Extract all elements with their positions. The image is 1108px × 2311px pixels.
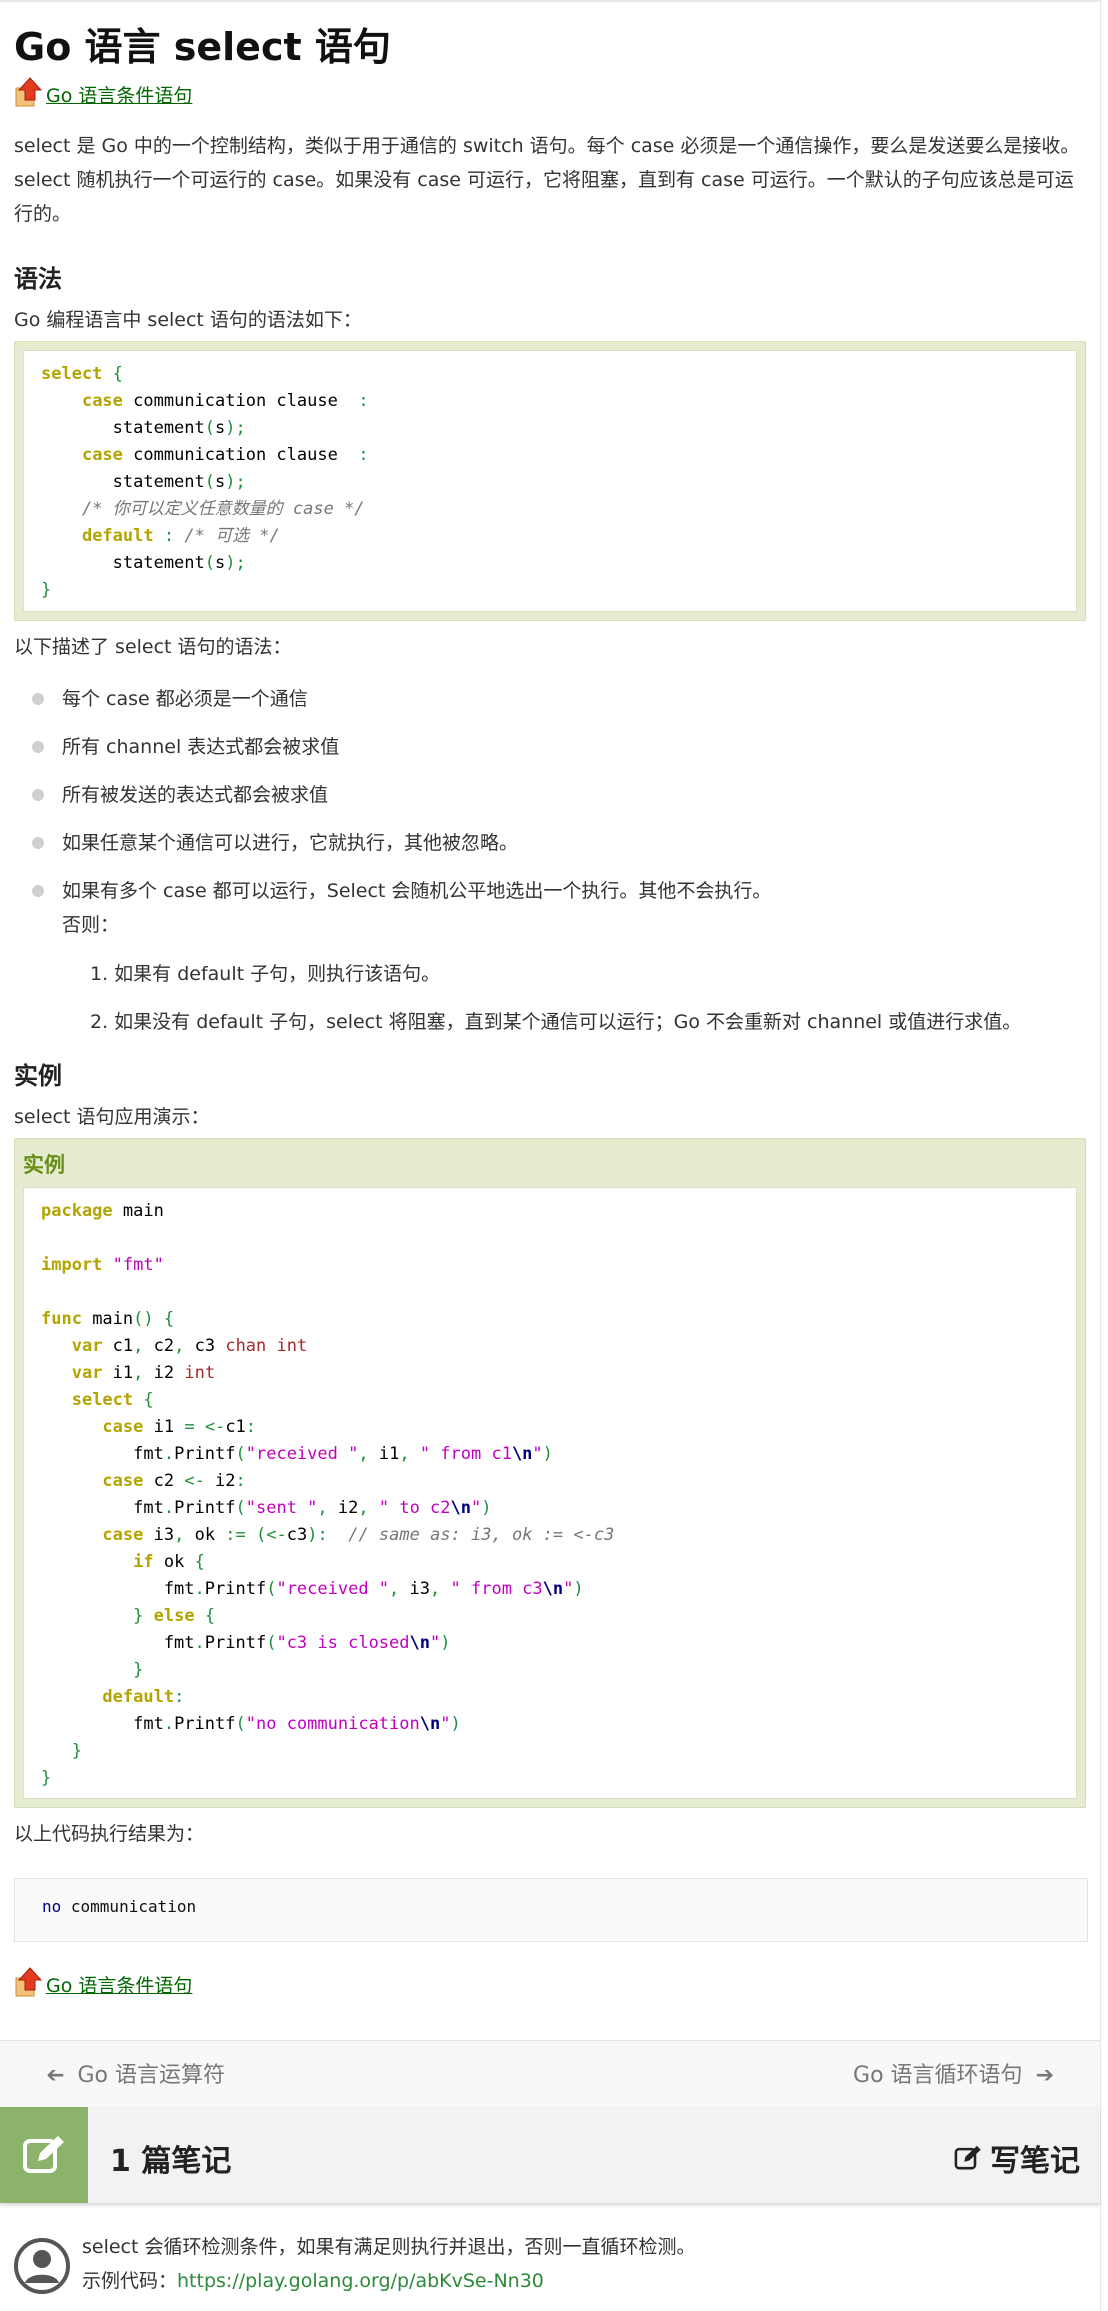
comment-line: 示例代码：https://play.golang.org/p/abKvSe-Nn… xyxy=(82,2264,982,2298)
bullet-dot xyxy=(32,789,44,801)
arrow-up-icon xyxy=(15,77,42,107)
output-text: no communication xyxy=(15,1879,1087,1916)
intro-line: select 是 Go 中的一个控制结构，类似于用于通信的 switch 语句。… xyxy=(14,135,1080,157)
intro-line: select 随机执行一个可运行的 case。如果没有 case 可运行，它将阻… xyxy=(14,169,1074,191)
prev-chapter-link-top[interactable]: Go 语言条件语句 xyxy=(14,76,192,108)
write-note-label: 写笔记 xyxy=(990,2144,1080,2179)
prev-chapter-link-text[interactable]: Go 语言条件语句 xyxy=(46,1971,192,1998)
example-intro: select 语句应用演示： xyxy=(14,1106,210,1128)
notes-bar: 1 篇笔记 写笔记 xyxy=(0,2107,1100,2204)
list-item: 每个 case 都必须是一个通信 xyxy=(32,682,771,730)
edit-icon xyxy=(954,2145,981,2170)
comment-example-prefix: 示例代码： xyxy=(82,2270,178,2292)
syntax-intro: Go 编程语言中 select 语句的语法如下： xyxy=(14,309,362,331)
bullet-dot xyxy=(32,837,44,849)
syntax-code: select { case communication clause : sta… xyxy=(41,364,369,600)
next-page-label: Go 语言循环语句 xyxy=(853,2063,1023,2088)
arrow-up-icon xyxy=(15,1967,42,1997)
list-item-text: 所有被发送的表达式都会被求值 xyxy=(62,784,329,806)
syntax-rules: 每个 case 都必须是一个通信 所有 channel 表达式都会被求值 所有被… xyxy=(14,682,1084,1062)
example-code: package main import "fmt" func main() { … xyxy=(41,1201,615,1788)
notes-icon-block xyxy=(0,2107,88,2203)
page: Go 语言 select 语句 Go 语言条件语句 select 是 Go 中的… xyxy=(0,0,1108,2311)
intro-paragraph: select 是 Go 中的一个控制结构，类似于用于通信的 switch 语句。… xyxy=(14,129,1084,231)
prev-page-label: Go 语言运算符 xyxy=(77,2063,225,2088)
example-code-panel[interactable]: package main import "fmt" func main() { … xyxy=(23,1187,1077,1799)
example-label: 实例 xyxy=(23,1153,65,1177)
page-title: Go 语言 select 语句 xyxy=(14,25,391,69)
arrow-right-icon: ➔ xyxy=(1035,2063,1054,2088)
output-keyword: no xyxy=(42,1897,62,1916)
prev-chapter-link-bottom[interactable]: Go 语言条件语句 xyxy=(14,1966,192,1998)
arrow-left-icon: ➔ xyxy=(46,2063,65,2088)
ordered-item: 2. 如果没有 default 子句，select 将阻塞，直到某个通信可以运行… xyxy=(90,1011,1022,1033)
example-heading: 实例 xyxy=(14,1062,62,1090)
syntax-code-box: select { case communication clause : sta… xyxy=(14,341,1086,621)
otherwise-text: 否则： xyxy=(62,914,120,936)
output-rest: communication xyxy=(61,1897,197,1916)
ordered-item-text: 如果没有 default 子句，select 将阻塞，直到某个通信可以运行；Go… xyxy=(114,1011,1022,1033)
prev-chapter-link-text[interactable]: Go 语言条件语句 xyxy=(46,81,192,108)
otherwise-list: 1. 如果有 default 子句，则执行该语句。 2. 如果没有 defaul… xyxy=(90,957,1021,1039)
example-code-link[interactable]: https://play.golang.org/p/abKvSe-Nn30 xyxy=(177,2270,544,2292)
list-item-text: 每个 case 都必须是一个通信 xyxy=(62,688,308,710)
intro-line: 行的。 xyxy=(14,203,72,225)
notes-count: 1 篇笔记 xyxy=(110,2144,232,2179)
comment-body: select 会循环检测条件，如果有满足则执行并退出，否则一直循环检测。 示例代… xyxy=(82,2230,982,2298)
right-border xyxy=(1100,0,1101,2311)
list-item-text: 如果有多个 case 都可以运行，Select 会随机公平地选出一个执行。其他不… xyxy=(62,880,772,902)
list-item-text: 所有 channel 表达式都会被求值 xyxy=(62,736,340,758)
list-item-text: 如果任意某个通信可以进行，它就执行，其他被忽略。 xyxy=(62,832,519,854)
comment-line: select 会循环检测条件，如果有满足则执行并退出，否则一直循环检测。 xyxy=(82,2236,696,2258)
list-item: 所有被发送的表达式都会被求值 xyxy=(32,778,771,826)
example-code-box: 实例 package main import "fmt" func main()… xyxy=(14,1138,1086,1808)
syntax-heading: 语法 xyxy=(14,265,62,293)
next-page-link[interactable]: Go 语言循环语句 ➔ xyxy=(853,2057,1054,2089)
write-note-button[interactable]: 写笔记 xyxy=(954,2136,1080,2180)
ordered-item: 1. 如果有 default 子句，则执行该语句。 xyxy=(90,963,441,985)
chapter-pager: ➔ Go 语言运算符 Go 语言循环语句 ➔ xyxy=(0,2040,1100,2107)
syntax-code-panel[interactable]: select { case communication clause : sta… xyxy=(23,350,1077,612)
user-avatar-icon xyxy=(14,2238,70,2294)
syntax-description: 以下描述了 select 语句的语法： xyxy=(14,636,292,658)
edit-icon xyxy=(23,2136,64,2173)
syntax-rules-list: 每个 case 都必须是一个通信 所有 channel 表达式都会被求值 所有被… xyxy=(32,682,771,942)
result-intro: 以上代码执行结果为： xyxy=(14,1823,205,1845)
list-item: 所有 channel 表达式都会被求值 xyxy=(32,730,771,778)
list-item: 如果有多个 case 都可以运行，Select 会随机公平地选出一个执行。其他不… xyxy=(32,874,771,942)
ordered-item-text: 如果有 default 子句，则执行该语句。 xyxy=(114,963,441,985)
bullet-dot xyxy=(32,885,44,897)
prev-page-link[interactable]: ➔ Go 语言运算符 xyxy=(46,2057,225,2089)
output-box: no communication xyxy=(14,1878,1088,1942)
top-border xyxy=(0,0,1100,2)
bullet-dot xyxy=(32,693,44,705)
list-item: 如果任意某个通信可以进行，它就执行，其他被忽略。 xyxy=(32,826,771,874)
bullet-dot xyxy=(32,741,44,753)
